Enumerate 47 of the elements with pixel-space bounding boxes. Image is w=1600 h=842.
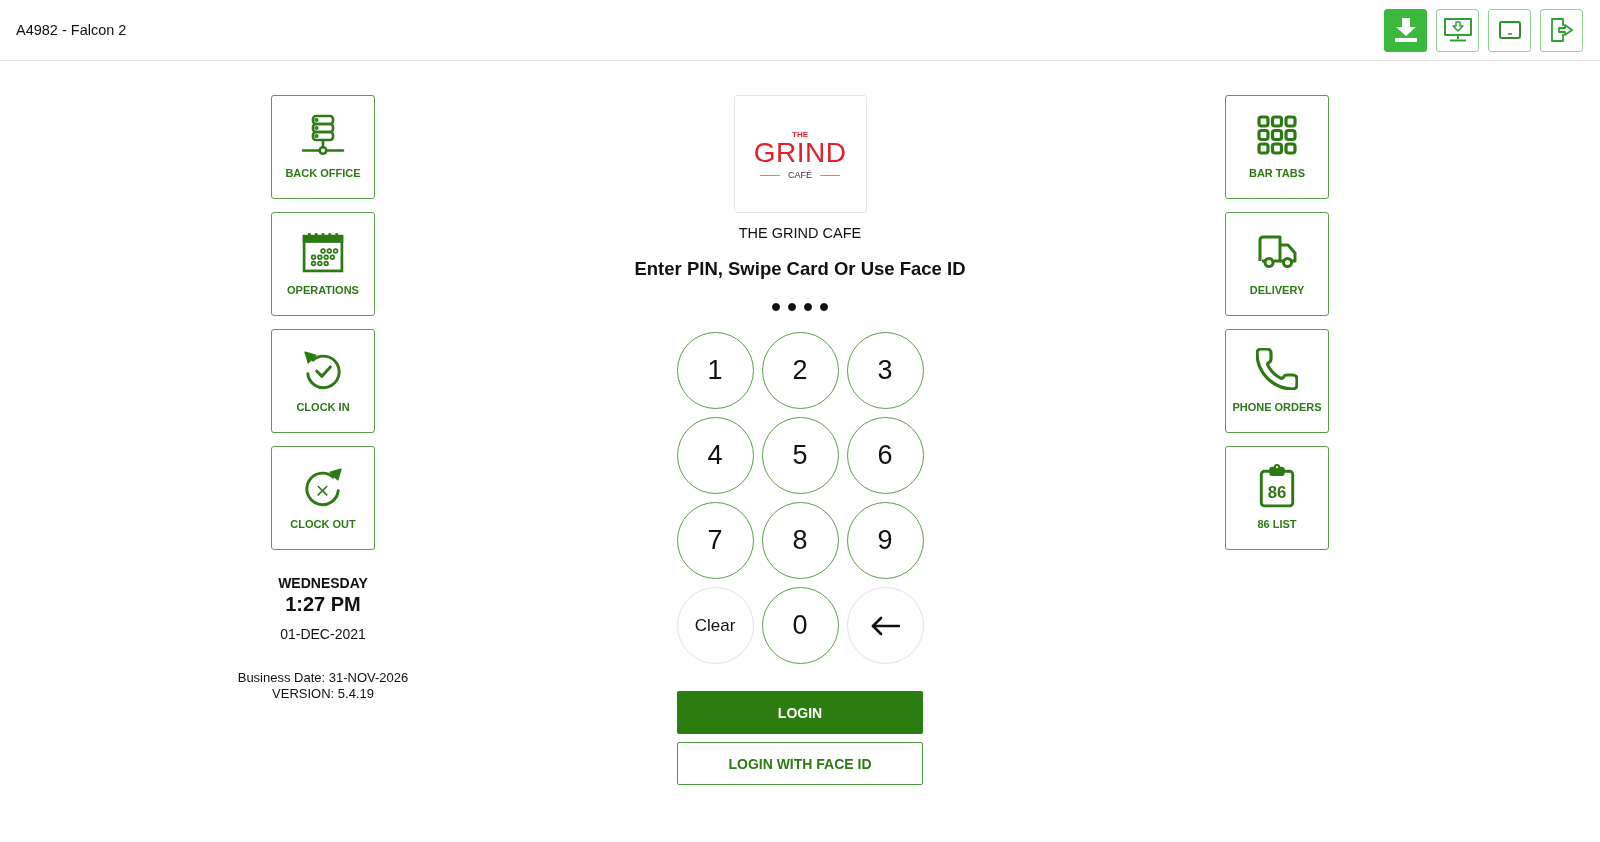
back-office-tile[interactable]: BACK OFFICE <box>271 95 375 199</box>
bar-tabs-tile[interactable]: BAR TABS <box>1225 95 1329 199</box>
logo-top-text: THE <box>792 129 808 139</box>
download-button[interactable] <box>1384 8 1427 52</box>
pin-prompt: Enter PIN, Swipe Card Or Use Face ID <box>634 257 966 281</box>
digit-key[interactable]: 3 <box>846 332 924 409</box>
list-tile[interactable]: 86 86 LIST <box>1225 446 1329 550</box>
login-button[interactable]: LOGIN <box>677 691 923 734</box>
logo-wordmark: GRIND <box>753 138 847 167</box>
digit-key[interactable]: 0 <box>761 587 839 664</box>
phone-orders-tile[interactable]: PHONE ORDERS <box>1225 329 1329 433</box>
time-text: 1:27 PM <box>285 592 361 616</box>
download-icon <box>1394 18 1417 42</box>
tablet-button[interactable] <box>1488 8 1531 52</box>
digit-key[interactable]: 8 <box>761 502 839 579</box>
date-text: 01-DEC-2021 <box>280 625 366 643</box>
version-text: VERSION: 5.4.19 <box>272 686 374 702</box>
server-network-icon <box>301 114 345 156</box>
digit-key[interactable]: 1 <box>676 332 754 409</box>
calendar-icon <box>302 231 344 273</box>
store-name: THE GRIND CAFE <box>738 224 862 242</box>
face-id-login-button[interactable]: LOGIN WITH FACE ID <box>677 742 923 785</box>
clear-key[interactable]: Clear <box>676 587 754 664</box>
arrow-left-icon <box>870 615 900 636</box>
business-date-text: Business Date: 31-NOV-2026 <box>237 670 409 686</box>
operations-tile[interactable]: OPERATIONS <box>271 212 375 316</box>
delivery-tile[interactable]: DELIVERY <box>1225 212 1329 316</box>
digit-key[interactable]: 4 <box>676 417 754 494</box>
clock-out-tile[interactable]: CLOCK OUT <box>271 446 375 550</box>
clock-check-icon <box>302 348 344 390</box>
digit-key[interactable]: 6 <box>846 417 924 494</box>
logout-icon <box>1550 18 1573 42</box>
logo-subtitle: CAFÉ <box>788 169 812 181</box>
digit-key[interactable]: 7 <box>676 502 754 579</box>
clock-in-tile[interactable]: CLOCK IN <box>271 329 375 433</box>
monitor-download-button[interactable] <box>1436 8 1479 52</box>
weekday-text: WEDNESDAY <box>278 575 368 592</box>
device-title: A4982 - Falcon 2 <box>16 22 127 38</box>
tablet-icon <box>1498 21 1521 39</box>
digit-key[interactable]: 5 <box>761 417 839 494</box>
monitor-download-icon <box>1443 18 1472 42</box>
clock-cross-icon <box>302 465 344 507</box>
phone-icon <box>1256 348 1298 390</box>
logout-button[interactable] <box>1540 8 1583 52</box>
grid-icon <box>1256 114 1298 156</box>
digit-key[interactable]: 2 <box>761 332 839 409</box>
digit-key[interactable]: 9 <box>846 502 924 579</box>
